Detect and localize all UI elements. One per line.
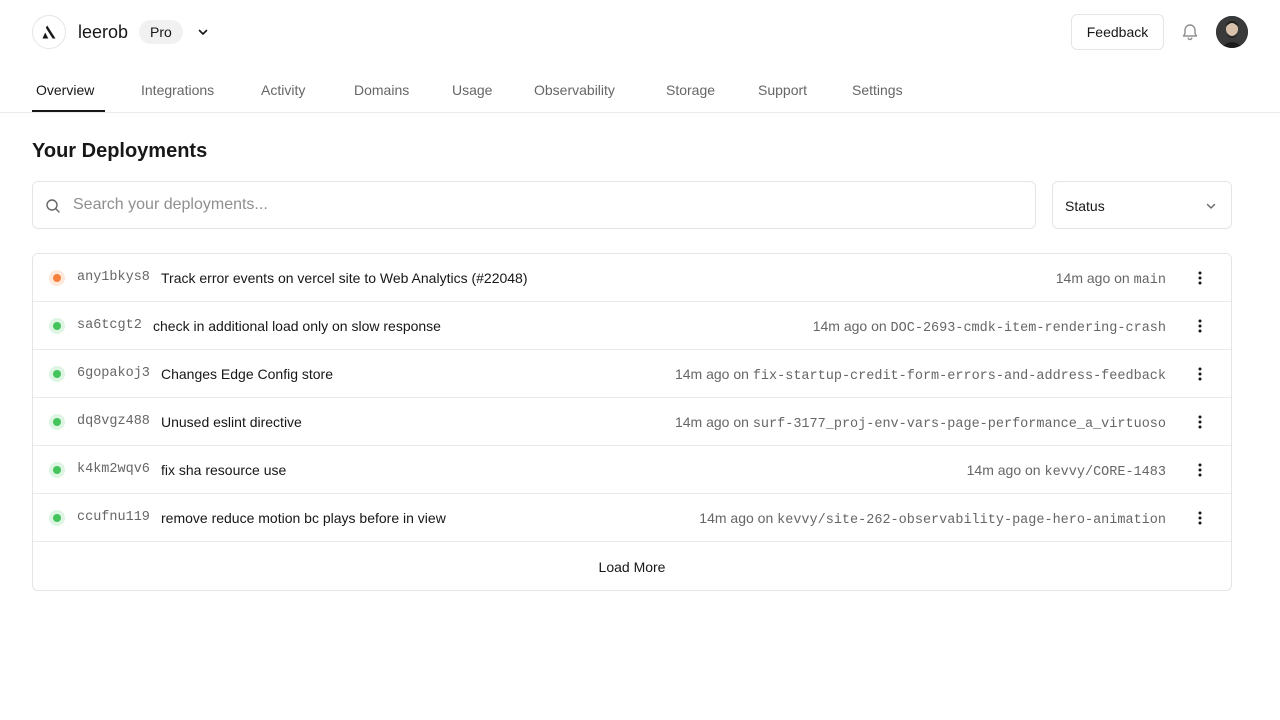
deployment-id[interactable]: k4km2wqv6 — [77, 461, 150, 479]
deployment-row[interactable]: k4km2wqv6 fix sha resource use 14m ago o… — [33, 446, 1231, 494]
deployment-meta: 14m ago on kevvy/site-262-observability-… — [699, 509, 1166, 530]
branch-name[interactable]: main — [1134, 273, 1166, 288]
feedback-button[interactable]: Feedback — [1071, 14, 1164, 50]
deployment-time: 14m ago on — [1055, 270, 1130, 286]
status-filter-select[interactable]: Status — [1052, 181, 1232, 229]
commit-message: Track error events on vercel site to Web… — [161, 270, 528, 286]
chevron-down-icon[interactable] — [193, 22, 213, 42]
chevron-down-icon — [1203, 198, 1219, 214]
avatar[interactable] — [1216, 16, 1248, 48]
deployment-meta: 14m ago on main — [1056, 269, 1166, 290]
more-vertical-icon[interactable] — [1188, 266, 1212, 290]
deployment-id[interactable]: 6gopakoj3 — [77, 365, 150, 383]
deployment-time: 14m ago on — [674, 414, 749, 430]
page-title: Your Deployments — [32, 140, 208, 162]
deployment-id[interactable]: dq8vgz488 — [77, 413, 150, 431]
search-icon — [45, 198, 61, 214]
active-tab-indicator — [32, 110, 105, 112]
deployment-meta: 14m ago on fix-startup-credit-form-error… — [675, 365, 1166, 386]
search-box — [32, 181, 1036, 229]
deployment-row[interactable]: 6gopakoj3 Changes Edge Config store 14m … — [33, 350, 1231, 398]
tab-domains[interactable]: Domains — [354, 64, 409, 112]
more-vertical-icon[interactable] — [1188, 362, 1212, 386]
tab-support[interactable]: Support — [758, 64, 807, 112]
commit-message: remove reduce motion bc plays before in … — [161, 510, 446, 526]
deployment-id[interactable]: sa6tcgt2 — [77, 317, 142, 335]
team-name[interactable]: leerob — [78, 20, 128, 44]
tab-usage[interactable]: Usage — [452, 64, 492, 112]
logo-icon[interactable] — [32, 15, 66, 49]
deployment-row[interactable]: any1bkys8 Track error events on vercel s… — [33, 254, 1231, 302]
search-input[interactable] — [73, 183, 1023, 227]
branch-name[interactable]: kevvy/CORE-1483 — [1044, 465, 1166, 480]
tab-observability[interactable]: Observability — [534, 64, 615, 112]
tab-overview[interactable]: Overview — [36, 64, 94, 112]
deployment-meta: 14m ago on surf-3177_proj-env-vars-page-… — [675, 413, 1166, 434]
more-vertical-icon[interactable] — [1188, 458, 1212, 482]
load-more-button[interactable]: Load More — [33, 543, 1231, 590]
branch-name[interactable]: DOC-2693-cmdk-item-rendering-crash — [891, 321, 1166, 336]
branch-name[interactable]: fix-startup-credit-form-errors-and-addre… — [753, 369, 1166, 384]
deployment-time: 14m ago on — [674, 366, 749, 382]
deployment-row[interactable]: ccufnu119 remove reduce motion bc plays … — [33, 494, 1231, 542]
status-ready-indicator — [49, 414, 65, 430]
tab-storage[interactable]: Storage — [666, 64, 715, 112]
deployment-time: 14m ago on — [966, 462, 1041, 478]
plan-badge: Pro — [139, 20, 183, 44]
tab-integrations[interactable]: Integrations — [141, 64, 214, 112]
branch-name[interactable]: kevvy/site-262-observability-page-hero-a… — [777, 513, 1166, 528]
deployment-row[interactable]: sa6tcgt2 check in additional load only o… — [33, 302, 1231, 350]
tab-settings[interactable]: Settings — [852, 64, 903, 112]
status-building-indicator — [49, 270, 65, 286]
status-filter-label: Status — [1065, 198, 1105, 214]
deployment-id[interactable]: ccufnu119 — [77, 509, 150, 527]
more-vertical-icon[interactable] — [1188, 314, 1212, 338]
commit-message: fix sha resource use — [161, 462, 287, 478]
commit-message: check in additional load only on slow re… — [153, 318, 441, 334]
status-ready-indicator — [49, 366, 65, 382]
more-vertical-icon[interactable] — [1188, 506, 1212, 530]
deployment-time: 14m ago on — [812, 318, 887, 334]
status-ready-indicator — [49, 462, 65, 478]
deployment-meta: 14m ago on kevvy/CORE-1483 — [967, 461, 1166, 482]
top-header: leerob Pro Feedback — [0, 0, 1280, 64]
status-ready-indicator — [49, 510, 65, 526]
status-ready-indicator — [49, 318, 65, 334]
deployment-time: 14m ago on — [699, 510, 774, 526]
branch-name[interactable]: surf-3177_proj-env-vars-page-performance… — [753, 417, 1166, 432]
deployment-meta: 14m ago on DOC-2693-cmdk-item-rendering-… — [813, 317, 1166, 338]
more-vertical-icon[interactable] — [1188, 410, 1212, 434]
deployment-id[interactable]: any1bkys8 — [77, 269, 150, 287]
bell-icon[interactable] — [1178, 20, 1202, 44]
deployments-list: any1bkys8 Track error events on vercel s… — [32, 253, 1232, 591]
deployment-row[interactable]: dq8vgz488 Unused eslint directive 14m ag… — [33, 398, 1231, 446]
commit-message: Unused eslint directive — [161, 414, 302, 430]
nav-tabs: Overview Integrations Activity Domains U… — [0, 64, 1280, 113]
tab-activity[interactable]: Activity — [261, 64, 305, 112]
commit-message: Changes Edge Config store — [161, 366, 333, 382]
